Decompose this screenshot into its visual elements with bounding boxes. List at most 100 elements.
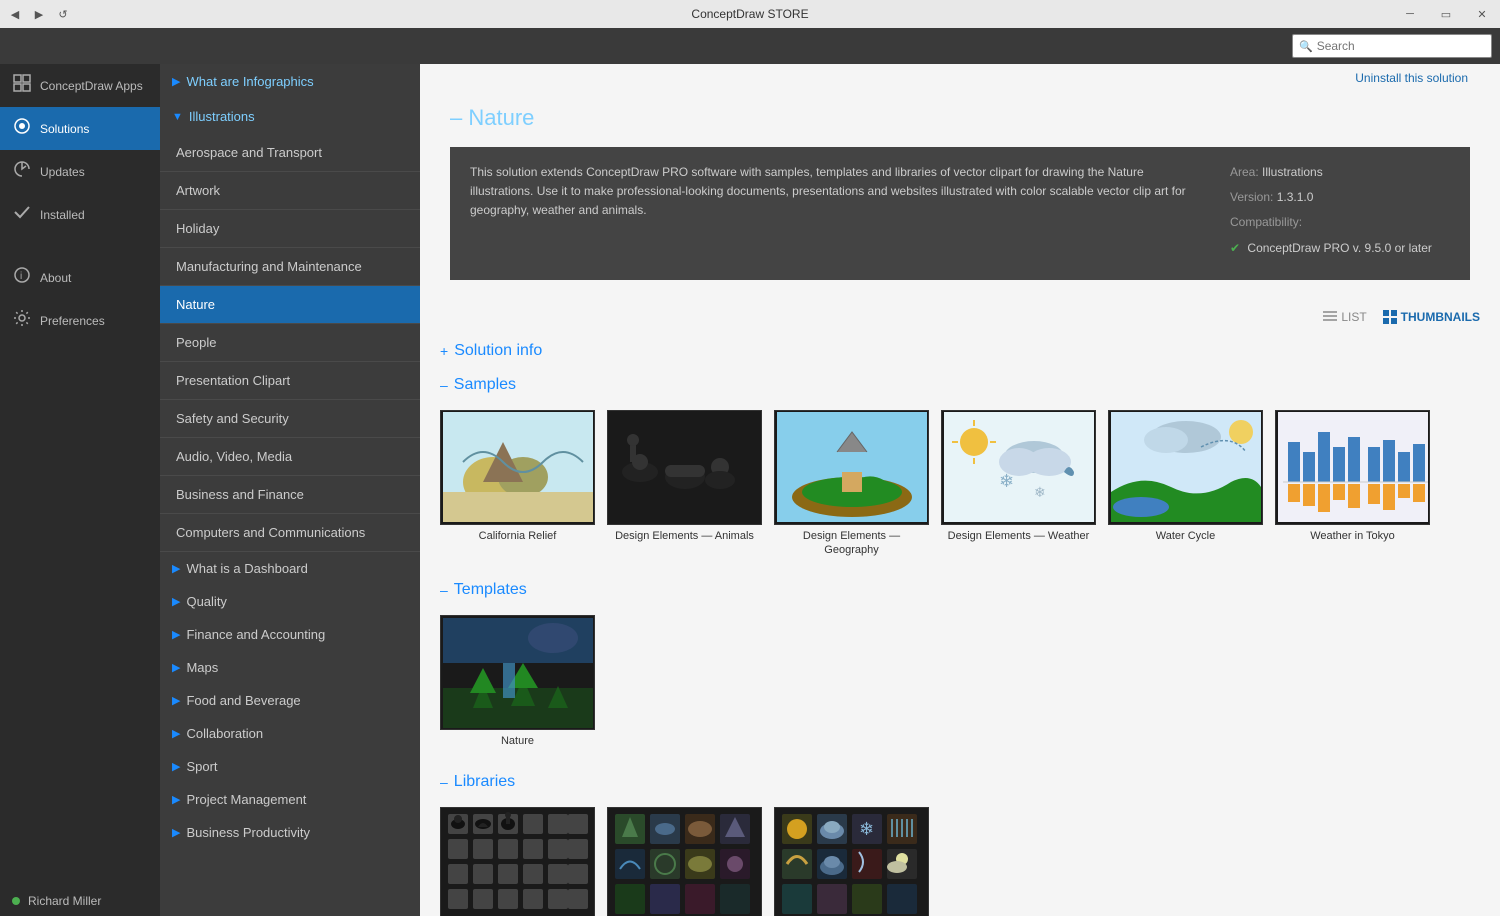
svg-text:i: i	[20, 271, 22, 282]
meta-compat: Compatibility:	[1230, 213, 1450, 232]
nav-biz-productivity[interactable]: ▶ Business Productivity	[160, 816, 420, 849]
thumbnails-view-label: THUMBNAILS	[1401, 310, 1480, 324]
biz-prod-arrow: ▶	[172, 826, 180, 839]
libraries-header[interactable]: – Libraries	[420, 765, 1500, 799]
nav-computers[interactable]: Computers and Communications	[160, 514, 420, 552]
nav-manufacturing[interactable]: Manufacturing and Maintenance	[160, 248, 420, 286]
template-nature[interactable]: Nature	[440, 615, 595, 748]
sample-water-cycle[interactable]: Water Cycle	[1108, 410, 1263, 558]
meta-compat-value-row: ✔ ConceptDraw PRO v. 9.5.0 or later	[1230, 239, 1450, 258]
nav-safety[interactable]: Safety and Security	[160, 400, 420, 438]
illustrations-arrow: ▼	[172, 111, 183, 123]
middle-nav: ▶ What are Infographics ▼ Illustrations …	[160, 64, 420, 916]
templates-label: Templates	[454, 581, 527, 599]
sidebar-item-solutions[interactable]: Solutions	[0, 107, 160, 150]
sample-label-geography: Design Elements — Geography	[774, 529, 929, 558]
sample-design-geography[interactable]: Design Elements — Geography	[774, 410, 929, 558]
minimize-btn[interactable]: ─	[1392, 0, 1428, 28]
nav-people[interactable]: People	[160, 324, 420, 362]
finance-label: Finance and Accounting	[186, 627, 325, 642]
sidebar-item-installed[interactable]: Installed	[0, 193, 160, 236]
nav-food[interactable]: ▶ Food and Beverage	[160, 684, 420, 717]
finance-arrow: ▶	[172, 628, 180, 641]
sample-thumb-weather-tokyo	[1275, 410, 1430, 525]
samples-header[interactable]: – Samples	[420, 368, 1500, 402]
nav-artwork[interactable]: Artwork	[160, 172, 420, 210]
list-view-btn[interactable]: LIST	[1323, 310, 1366, 324]
sample-weather-tokyo[interactable]: Weather in Tokyo	[1275, 410, 1430, 558]
uninstall-link[interactable]: Uninstall this solution	[1339, 65, 1484, 85]
main-layout: ConceptDraw Apps Solutions Updates Insta…	[0, 64, 1500, 916]
sample-label-animals: Design Elements — Animals	[607, 529, 762, 543]
description-meta: Area: Illustrations Version: 1.3.1.0 Com…	[1230, 163, 1450, 264]
installed-icon	[12, 203, 32, 226]
updates-icon	[12, 160, 32, 183]
sample-california-relief[interactable]: California Relief	[440, 410, 595, 558]
nav-illustrations[interactable]: ▼ Illustrations	[160, 99, 420, 134]
food-label: Food and Beverage	[186, 693, 300, 708]
samples-grid: California Relief	[420, 402, 1500, 574]
meta-area: Area: Illustrations	[1230, 163, 1450, 182]
nav-aerospace[interactable]: Aerospace and Transport	[160, 134, 420, 172]
search-input[interactable]	[1317, 39, 1485, 53]
compat-check-icon: ✔	[1230, 241, 1240, 255]
sample-design-weather[interactable]: ❄ ❄ Design Elements — Weather	[941, 410, 1096, 558]
nav-business[interactable]: Business and Finance	[160, 476, 420, 514]
meta-compat-label: Compatibility:	[1230, 215, 1302, 229]
sidebar-item-about[interactable]: i About	[0, 256, 160, 299]
user-status-dot	[12, 897, 20, 905]
templates-grid: Nature	[420, 607, 1500, 764]
sample-design-animals[interactable]: Design Elements — Animals	[607, 410, 762, 558]
nav-forward-btn[interactable]: ▶	[28, 3, 50, 25]
updates-label: Updates	[40, 165, 85, 179]
templates-header[interactable]: – Templates	[420, 573, 1500, 607]
library-animals[interactable]: Animals	[440, 807, 595, 916]
close-btn[interactable]: ✕	[1464, 0, 1500, 28]
window-title: ConceptDraw STORE	[691, 7, 808, 21]
nav-presentation[interactable]: Presentation Clipart	[160, 362, 420, 400]
nav-holiday[interactable]: Holiday	[160, 210, 420, 248]
sample-label-california-relief: California Relief	[440, 529, 595, 543]
nav-maps[interactable]: ▶ Maps	[160, 651, 420, 684]
library-geography[interactable]: Geography	[607, 807, 762, 916]
samples-toggle-icon: –	[440, 377, 448, 393]
nav-dashboard[interactable]: ▶ What is a Dashboard	[160, 552, 420, 585]
search-box[interactable]: 🔍	[1292, 34, 1492, 58]
nav-infographics[interactable]: ▶ What are Infographics	[160, 64, 420, 99]
window-controls: ─ ▭ ✕	[1392, 0, 1500, 28]
nav-collaboration[interactable]: ▶ Collaboration	[160, 717, 420, 750]
nav-quality[interactable]: ▶ Quality	[160, 585, 420, 618]
library-thumb-weather: ❄	[774, 807, 929, 916]
quality-arrow: ▶	[172, 595, 180, 608]
nav-audio-video[interactable]: Audio, Video, Media	[160, 438, 420, 476]
nav-finance[interactable]: ▶ Finance and Accounting	[160, 618, 420, 651]
libraries-toggle-icon: –	[440, 774, 448, 790]
maps-arrow: ▶	[172, 661, 180, 674]
templates-toggle-icon: –	[440, 582, 448, 598]
food-arrow: ▶	[172, 694, 180, 707]
thumbnails-icon	[1383, 310, 1397, 324]
nav-refresh-btn[interactable]: ↺	[52, 3, 74, 25]
solution-info-header[interactable]: + Solution info	[420, 334, 1500, 368]
sidebar-item-updates[interactable]: Updates	[0, 150, 160, 193]
svg-text:❄: ❄	[859, 819, 874, 839]
user-name: Richard Miller	[28, 894, 101, 908]
sample-label-weather-tokyo: Weather in Tokyo	[1275, 529, 1430, 543]
nav-project[interactable]: ▶ Project Management	[160, 783, 420, 816]
sidebar-item-apps[interactable]: ConceptDraw Apps	[0, 64, 160, 107]
infographics-arrow: ▶	[172, 75, 180, 88]
sample-thumb-geography	[774, 410, 929, 525]
sport-label: Sport	[186, 759, 217, 774]
nav-nature[interactable]: Nature	[160, 286, 420, 324]
solution-info-toggle-icon: +	[440, 343, 448, 359]
list-icon	[1323, 310, 1337, 324]
sidebar-item-preferences[interactable]: Preferences	[0, 299, 160, 342]
search-icon: 🔍	[1299, 40, 1313, 53]
nav-back-btn[interactable]: ◀	[4, 3, 26, 25]
meta-compat-value: ConceptDraw PRO v. 9.5.0 or later	[1247, 241, 1432, 255]
list-view-label: LIST	[1341, 310, 1366, 324]
thumbnails-view-btn[interactable]: THUMBNAILS	[1383, 310, 1480, 324]
library-weather[interactable]: ❄	[774, 807, 929, 916]
restore-btn[interactable]: ▭	[1428, 0, 1464, 28]
nav-sport[interactable]: ▶ Sport	[160, 750, 420, 783]
